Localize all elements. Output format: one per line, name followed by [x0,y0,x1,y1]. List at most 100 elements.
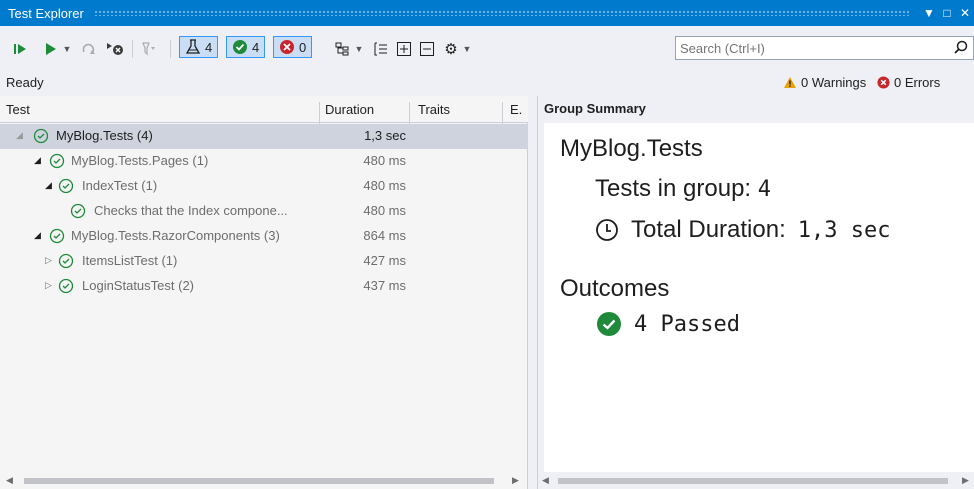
passed-icon [49,153,65,169]
title-grip[interactable] [93,10,910,16]
toolbar: ▼ 4 4 0 ▼ ⚙ ▼ [0,26,974,72]
collapsed-chevron-icon[interactable]: ▷ [45,280,55,292]
tree-row-myblog-tests[interactable]: ◢ MyBlog.Tests (4) 1,3 sec [0,124,528,149]
tree-row-label: MyBlog.Tests (4) [56,128,153,143]
column-headers: Test Duration Traits E. [0,96,528,129]
status-bar: Ready 0 Warnings 0 Errors [0,72,974,94]
tree-row-duration: 437 ms [363,278,406,293]
title-bar: Test Explorer ▼ □ ✕ [0,0,974,26]
tree-row-duration: 480 ms [363,203,406,218]
tree-row-label: Checks that the Index compone... [94,203,288,218]
total-duration-value: 1,3 sec [797,217,891,243]
scroll-left-arrow-icon[interactable]: ◀ [542,475,549,486]
total-tests-filter[interactable]: 4 [179,36,219,58]
hierarchy-icon [335,42,349,56]
passed-tests-filter[interactable]: 4 [226,36,266,58]
expand-chevron-icon[interactable]: ◢ [34,230,44,242]
repeat-run-button[interactable] [80,39,98,59]
collapse-all-button[interactable] [418,39,436,59]
column-header-traits[interactable]: Traits [418,102,450,117]
tests-in-group-label: Tests in group: [595,175,752,202]
tree-row-label: LoginStatusTest (2) [82,278,195,293]
scrollbar-thumb[interactable] [24,478,494,484]
group-by-chevron-icon[interactable]: ▼ [354,39,364,59]
run-button[interactable] [42,39,58,59]
clock-icon [596,219,618,241]
errors-label: 0 Errors [894,75,941,90]
flask-icon [185,39,201,54]
window-title: Test Explorer [8,5,84,21]
failed-tests-filter[interactable]: 0 [273,36,313,58]
search-input[interactable] [676,40,936,56]
settings-gear-icon[interactable]: ⚙ [442,39,460,59]
summary-header: Group Summary [544,101,646,116]
toolbar-separator [170,40,171,58]
expand-chevron-icon[interactable]: ◢ [45,180,55,192]
dropdown-menu-icon[interactable]: ▼ [920,6,938,20]
tree-row-duration: 427 ms [363,253,406,268]
tree-row-pages[interactable]: ◢ MyBlog.Tests.Pages (1) 480 ms [0,149,528,174]
tree-row-loginstatustest[interactable]: ▷ LoginStatusTest (2) 437 ms [0,274,528,299]
tree-row-label: ItemsListTest (1) [82,253,178,268]
tree-row-label: MyBlog.Tests.Pages (1) [71,153,209,168]
column-header-error[interactable]: E. [510,102,522,117]
cancel-run-button[interactable] [106,39,124,59]
errors-filter[interactable]: 0 Errors [877,75,940,90]
failed-icon [280,40,294,54]
tree-row-label: MyBlog.Tests.RazorComponents (3) [71,228,280,243]
outcomes-heading: Outcomes [560,275,670,302]
repeat-icon [82,43,95,54]
tree-row-itemslisttest[interactable]: ▷ ItemsListTest (1) 427 ms [0,249,528,274]
passed-icon [49,228,65,244]
warnings-filter[interactable]: 0 Warnings [783,75,866,90]
playlist-filter-button[interactable] [140,39,158,59]
maximize-button[interactable]: □ [938,6,956,20]
passed-icon [58,278,74,294]
warnings-label: 0 Warnings [801,75,867,90]
passed-icon [597,312,621,336]
details-pane-button[interactable] [372,39,390,59]
run-dropdown-chevron-icon[interactable]: ▼ [62,39,72,59]
scrollbar-thumb[interactable] [558,478,948,484]
expand-all-button[interactable] [395,39,413,59]
tree-row-test-case[interactable]: Checks that the Index compone... 480 ms [0,199,528,224]
error-icon [877,76,890,89]
search-box[interactable] [675,36,974,60]
toolbar-separator [132,40,133,58]
passed-outcome-label: 4 Passed [634,311,740,337]
summary-horizontal-scrollbar[interactable]: ◀ ▶ [538,475,974,487]
close-button[interactable]: ✕ [956,6,974,20]
expand-chevron-icon[interactable]: ◢ [34,155,44,167]
collapsed-chevron-icon[interactable]: ▷ [45,255,55,267]
column-header-duration[interactable]: Duration [325,102,374,117]
tree-row-label: IndexTest (1) [82,178,158,193]
filter-icon [142,42,155,56]
summary-content: MyBlog.Tests Tests in group: 4 Total Dur… [544,123,974,472]
total-duration-label: Total Duration: [631,216,786,243]
tree-row-indextest[interactable]: ◢ IndexTest (1) 480 ms [0,174,528,199]
passed-icon [233,40,247,54]
total-duration: Total Duration: 1,3 sec [595,216,890,244]
run-all-button[interactable] [12,39,28,59]
passed-icon [70,203,86,219]
tests-in-group: Tests in group: 4 [595,175,771,203]
run-all-icon [14,44,26,54]
list-details-icon [374,42,387,56]
play-icon [46,43,56,55]
tree-row-duration: 480 ms [363,178,406,193]
tree-horizontal-scrollbar[interactable]: ◀ ▶ [0,475,528,487]
settings-chevron-icon[interactable]: ▼ [462,39,472,59]
cancel-icon [107,43,123,55]
column-header-test[interactable]: Test [6,102,30,117]
passed-outcome[interactable]: 4 Passed [596,311,740,337]
total-count: 4 [205,39,213,55]
expand-chevron-icon[interactable]: ◢ [16,130,26,142]
group-by-button[interactable] [333,39,351,59]
search-icon[interactable] [953,40,969,56]
scroll-left-arrow-icon[interactable]: ◀ [6,475,13,486]
tree-row-duration: 480 ms [363,153,406,168]
passed-icon [58,253,74,269]
scroll-right-arrow-icon[interactable]: ▶ [962,475,969,486]
tree-row-razorcomponents[interactable]: ◢ MyBlog.Tests.RazorComponents (3) 864 m… [0,224,528,249]
scroll-right-arrow-icon[interactable]: ▶ [512,475,519,486]
